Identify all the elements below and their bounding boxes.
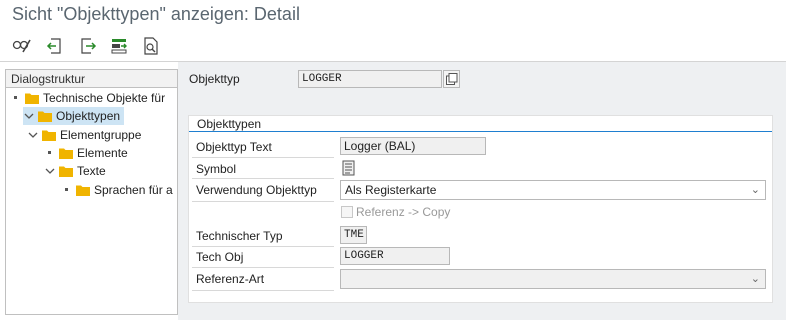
referenz-art-dropdown[interactable]: ⌄ [340,269,766,289]
next-entry-icon [81,38,97,54]
folder-icon [25,93,39,104]
tree-item[interactable]: Technische Objekte für [6,89,169,107]
display-change-icon [12,39,31,53]
row-separator [192,246,334,247]
dialog-structure-panel: Dialogstruktur Technische Objekte für Obj… [5,69,178,315]
group-title-underline [189,131,772,132]
next-entry-button[interactable] [77,35,99,57]
folder-icon [59,166,73,178]
chevron-down-icon: ⌄ [750,184,760,196]
document-icon [342,160,355,176]
copy-icon [445,73,457,85]
value-help-button[interactable] [443,70,460,88]
chevron-down-icon[interactable] [44,162,56,180]
previous-entry-button[interactable] [44,35,66,57]
bullet-icon [61,181,73,199]
row-separator [192,178,334,179]
previous-entry-icon [46,38,61,54]
folder-icon [59,148,73,159]
row-separator [192,290,334,291]
chevron-down-icon[interactable] [27,126,39,144]
symbol-field[interactable] [342,160,356,176]
other-entry-icon [144,37,158,55]
other-entry-button[interactable] [140,35,162,57]
tree-item[interactable]: Elementgruppe [6,126,145,144]
verwendung-value: Als Registerkarte [345,183,437,197]
chevron-down-icon: ⌄ [750,273,760,285]
technischer-typ-label: Technischer Typ [196,229,283,243]
referenz-copy-checkbox[interactable] [341,206,353,218]
title-bar: Sicht "Objekttypen" anzeigen: Detail [0,0,786,30]
display-change-button[interactable] [11,35,33,57]
objekttyp-text-label: Objekttyp Text [196,140,272,154]
tree-item[interactable]: Texte [6,162,110,180]
objekttyp-label: Objekttyp [189,72,240,86]
objekttyp-text-field[interactable]: Logger (BAL) [340,137,486,155]
tech-obj-field[interactable]: LOGGER [340,247,450,265]
bullet-icon [10,89,22,107]
tree-item-label: Elemente [77,145,128,160]
bullet-icon [44,144,56,162]
verwendung-label: Verwendung Objekttyp [196,183,317,197]
group-title: Objekttypen [197,117,262,131]
tree-item[interactable]: Elemente [6,144,132,162]
row-separator [192,201,334,202]
row-separator [192,267,334,268]
select-block-button[interactable] [108,35,130,57]
verwendung-dropdown[interactable]: Als Registerkarte ⌄ [340,180,766,200]
folder-icon [76,185,90,196]
technischer-typ-field[interactable]: TME [340,226,367,244]
tech-obj-label: Tech Obj [196,250,244,264]
tree-item-label: Sprachen für a [94,182,173,197]
objekttyp-field[interactable]: LOGGER [298,70,442,88]
select-block-icon [111,39,127,54]
window-title: Sicht "Objekttypen" anzeigen: Detail [12,4,300,24]
tree-item[interactable]: Objekttypen [23,107,125,126]
referenz-art-label: Referenz-Art [196,272,265,286]
tree-item-label: Elementgruppe [60,127,142,142]
referenz-copy-label: Referenz -> Copy [356,205,451,219]
symbol-label: Symbol [196,162,237,176]
toolbar [0,30,786,62]
folder-icon [38,111,52,123]
dialog-structure-header: Dialogstruktur [6,70,177,88]
panel-splitter[interactable] [178,62,186,320]
chevron-down-icon[interactable] [23,107,35,125]
tree-item-label: Objekttypen [56,109,121,124]
tree-item-label: Technische Objekte für [43,91,166,105]
folder-icon [42,130,56,141]
tree-item[interactable]: Sprachen für a [6,181,177,199]
row-separator [192,157,334,158]
tree-item-label: Texte [77,164,106,179]
